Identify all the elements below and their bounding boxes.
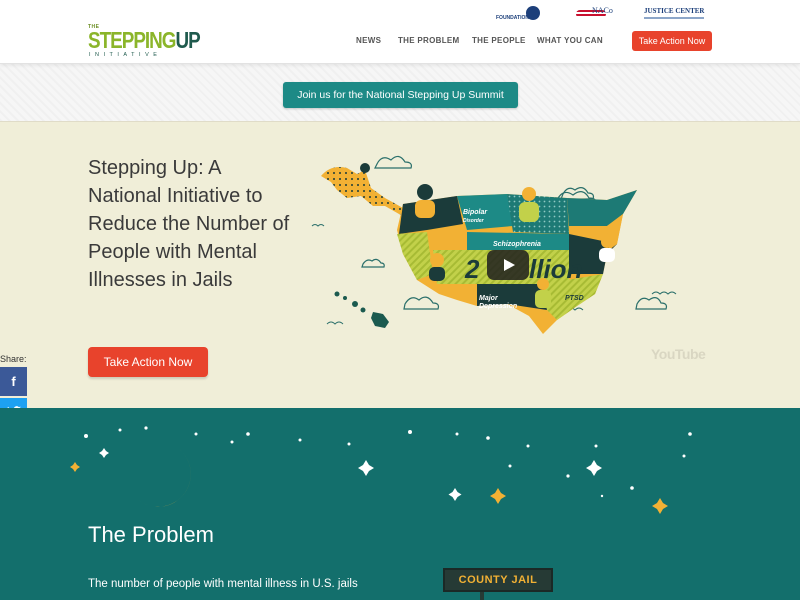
label-million-b: llion: [529, 254, 582, 284]
hero-title: Stepping Up: A National Initiative to Re…: [88, 157, 290, 291]
moon-icon: [138, 448, 191, 507]
label-million-a: 2: [464, 254, 480, 284]
justice-underline: [644, 17, 704, 19]
night-sky-illustration: [70, 426, 692, 514]
county-jail-sign: COUNTY JAIL: [443, 568, 553, 592]
partner-naco-text: NACo: [592, 6, 613, 15]
summit-banner: Join us for the National Stepping Up Sum…: [0, 64, 800, 122]
foundation-seal-icon: [526, 6, 540, 20]
partner-logo-foundation[interactable]: FOUNDATION: [496, 4, 544, 24]
problem-section: The Problem The number of people with me…: [0, 408, 800, 600]
label-schizophrenia: Schizophrenia: [493, 241, 541, 248]
header-take-action-button[interactable]: Take Action Now: [632, 31, 712, 51]
label-major: Major: [479, 295, 499, 302]
hawaii-shape: [334, 291, 389, 328]
site-header: THE STEPPINGUP INITIATIVE FOUNDATION NAC…: [0, 0, 800, 64]
star-icon: [84, 426, 692, 501]
youtube-logo[interactable]: YouTube: [651, 346, 706, 362]
nav-news[interactable]: NEWS: [356, 36, 381, 45]
label-disorder: Disorder: [463, 218, 485, 224]
partner-justice-text: JUSTICE CENTER: [644, 7, 705, 15]
county-jail-label: COUNTY JAIL: [458, 574, 538, 586]
label-bipolar: Bipolar: [463, 209, 488, 216]
partner-logo-naco[interactable]: NACo: [574, 4, 614, 24]
partner-foundation-text: FOUNDATION: [496, 15, 529, 21]
label-ptsd: PTSD: [565, 295, 584, 302]
logo-initiative: INITIATIVE: [89, 52, 162, 58]
nav-the-problem[interactable]: THE PROBLEM: [398, 36, 460, 45]
alaska-shape: [321, 167, 411, 218]
video-player[interactable]: Bipolar Disorder Schizophrenia 2 llion M…: [307, 134, 707, 368]
hero-take-action-button[interactable]: Take Action Now: [88, 347, 208, 377]
nav-what-you-can[interactable]: WHAT YOU CAN: [537, 36, 603, 45]
facebook-share-icon[interactable]: f: [0, 367, 27, 396]
partner-logo-justice-center[interactable]: JUSTICE CENTER: [640, 4, 710, 24]
nav-the-people[interactable]: THE PEOPLE: [472, 36, 526, 45]
problem-title: The Problem: [88, 522, 214, 547]
share-label: Share:: [0, 354, 27, 364]
play-button-icon[interactable]: [487, 250, 529, 280]
summit-button[interactable]: Join us for the National Stepping Up Sum…: [283, 82, 518, 108]
jail-sign-post: [480, 592, 484, 600]
label-depression: Depression: [479, 303, 517, 310]
problem-body-text: The number of people with mental illness…: [88, 578, 358, 590]
